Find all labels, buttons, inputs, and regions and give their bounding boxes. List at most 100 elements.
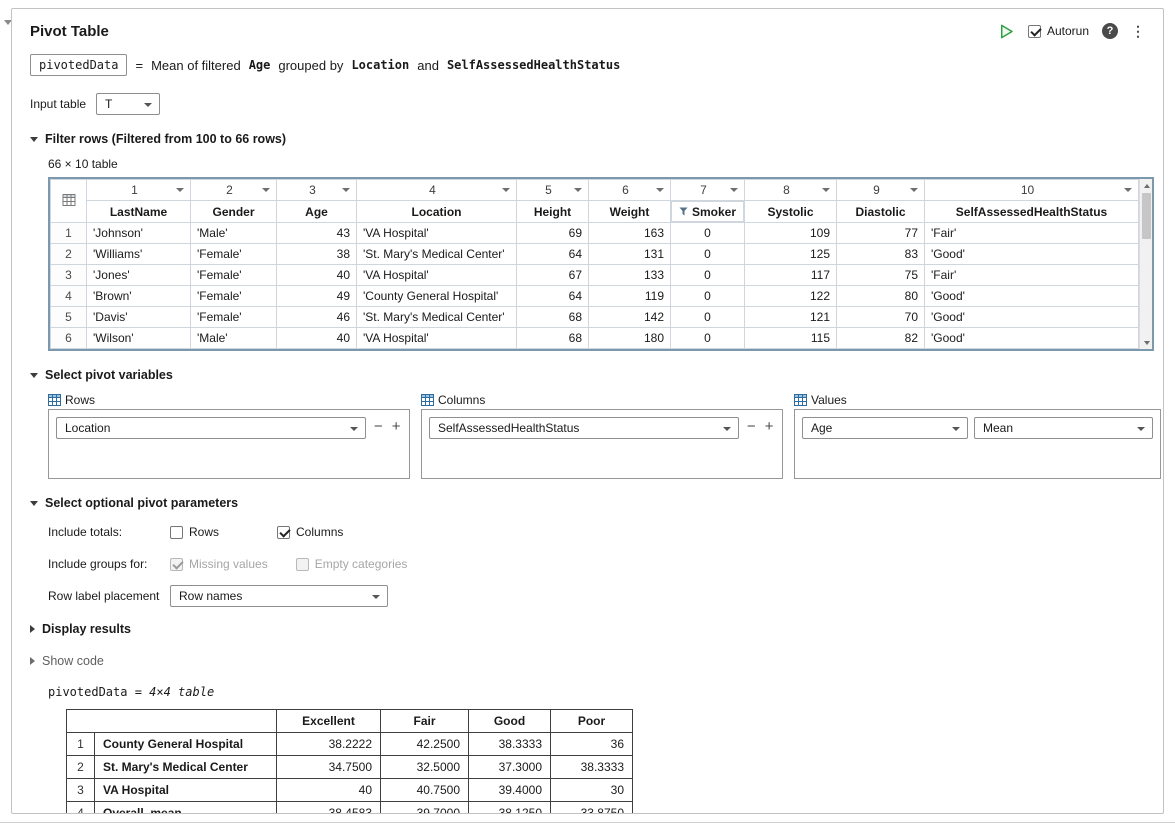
column-menu-icon[interactable] [1124,188,1132,192]
pivot-value: 30 [551,779,633,802]
scrollbar-thumb[interactable] [1142,193,1151,239]
output-variable-name-field[interactable]: pivotedData [30,54,127,76]
pivot-column-good: Good [469,710,551,733]
column-header-num-height[interactable]: 5 [517,180,589,201]
cell: 'VA Hospital' [357,328,517,349]
input-table-select[interactable]: T [96,93,160,115]
rows-variable-select[interactable]: Location [56,417,366,439]
section-collapsed-icon [30,657,35,665]
pivot-row: 1 County General Hospital 38.2222 42.250… [67,733,633,756]
show-code-section-header[interactable]: Show code [30,653,1145,669]
totals-columns-checkbox[interactable] [277,526,290,539]
column-header-num-selfassessedhealthstatus[interactable]: 10 [925,180,1139,201]
column-name-location[interactable]: Location [357,201,517,223]
column-header-num-weight[interactable]: 6 [589,180,671,201]
column-header-num-systolic[interactable]: 8 [745,180,837,201]
cell: 133 [589,265,671,286]
table-row: 2 'Williams' 'Female' 38 'St. Mary's Med… [51,244,1139,265]
cell: 131 [589,244,671,265]
filter-rows-section-header[interactable]: Filter rows (Filtered from 100 to 66 row… [30,131,1145,147]
column-menu-icon[interactable] [910,188,918,192]
display-results-section-header[interactable]: Display results [30,621,1145,637]
column-name-lastname[interactable]: LastName [87,201,191,223]
column-name-systolic[interactable]: Systolic [745,201,837,223]
column-name-gender[interactable]: Gender [191,201,277,223]
values-panel-label: Values [811,393,847,407]
autorun-checkbox[interactable] [1028,25,1041,38]
cell: 0 [671,307,745,328]
pivot-value: 42.2500 [381,733,469,756]
values-variable-select[interactable]: Age [802,417,968,439]
column-name-smoker[interactable]: Smoker [671,201,744,222]
section-expanded-icon [30,373,38,378]
values-method-select[interactable]: Mean [974,417,1153,439]
pivot-column-excellent: Excellent [277,710,381,733]
remove-row-variable-button[interactable]: − [372,417,384,437]
column-header-num-smoker[interactable]: 7 [671,180,745,201]
summary-text-2: grouped by [278,58,343,73]
row-number: 5 [51,307,87,328]
cell: 0 [671,328,745,349]
column-name-diastolic[interactable]: Diastolic [837,201,925,223]
pivot-variables-section-header[interactable]: Select pivot variables [30,367,1145,383]
column-name-height[interactable]: Height [517,201,589,223]
vertical-scrollbar[interactable] [1139,179,1152,349]
column-menu-icon[interactable] [730,188,738,192]
groups-empty-categories-checkbox [296,558,309,571]
column-menu-icon[interactable] [176,188,184,192]
cell: 0 [671,265,745,286]
pivot-value: 36 [551,733,633,756]
column-header-num-age[interactable]: 3 [277,180,357,201]
summary-code-health-status: SelfAssessedHealthStatus [447,58,620,72]
pivot-value: 38.2222 [277,733,381,756]
column-menu-icon[interactable] [574,188,582,192]
row-label-placement-select[interactable]: Row names [170,585,388,607]
table-corner-cell[interactable] [51,180,87,223]
column-name-selfassessedhealthstatus[interactable]: SelfAssessedHealthStatus [925,201,1139,223]
totals-columns-label: Columns [296,525,343,539]
column-menu-icon[interactable] [502,188,510,192]
pivot-row-name: St. Mary's Medical Center [95,756,277,779]
cell: 67 [517,265,589,286]
cell: 'St. Mary's Medical Center' [357,307,517,328]
columns-panel-label: Columns [438,393,485,407]
add-column-variable-button[interactable]: + [763,417,775,437]
scroll-down-icon[interactable] [1140,336,1153,349]
remove-column-variable-button[interactable]: − [745,417,757,437]
cell: 'Jones' [87,265,191,286]
column-menu-icon[interactable] [342,188,350,192]
cell: 64 [517,286,589,307]
help-icon[interactable]: ? [1102,23,1118,39]
pivot-values-panel: Values Age Mean [794,393,1161,479]
columns-variable-select[interactable]: SelfAssessedHealthStatus [429,417,739,439]
column-name-weight[interactable]: Weight [589,201,671,223]
pivot-row-name: VA Hospital [95,779,277,802]
column-menu-icon[interactable] [262,188,270,192]
row-number: 3 [67,779,95,802]
input-table-label: Input table [30,97,86,111]
column-name-age[interactable]: Age [277,201,357,223]
run-button[interactable] [998,23,1015,40]
column-menu-icon[interactable] [656,188,664,192]
row-number: 6 [51,328,87,349]
groups-empty-categories-label: Empty categories [315,557,408,571]
scroll-up-icon[interactable] [1140,179,1153,192]
column-menu-icon[interactable] [822,188,830,192]
cell: 46 [277,307,357,328]
totals-rows-checkbox[interactable] [170,526,183,539]
column-header-num-diastolic[interactable]: 9 [837,180,925,201]
cell: 0 [671,286,745,307]
column-header-num-gender[interactable]: 2 [191,180,277,201]
cell: 'St. Mary's Medical Center' [357,244,517,265]
cell: 'Male' [191,223,277,244]
add-row-variable-button[interactable]: + [390,417,402,437]
column-header-num-lastname[interactable]: 1 [87,180,191,201]
column-header-num-location[interactable]: 4 [357,180,517,201]
optional-parameters-section-header[interactable]: Select optional pivot parameters [30,495,1145,511]
pivot-row: 3 VA Hospital 40 40.7500 39.4000 30 [67,779,633,802]
summary-text-1: Mean of filtered [151,58,241,73]
section-collapsed-icon [30,625,35,633]
section-expanded-icon [30,137,38,142]
pivot-row-name: Overall_mean [95,802,277,815]
overflow-menu-icon[interactable]: ⋮ [1131,23,1145,39]
